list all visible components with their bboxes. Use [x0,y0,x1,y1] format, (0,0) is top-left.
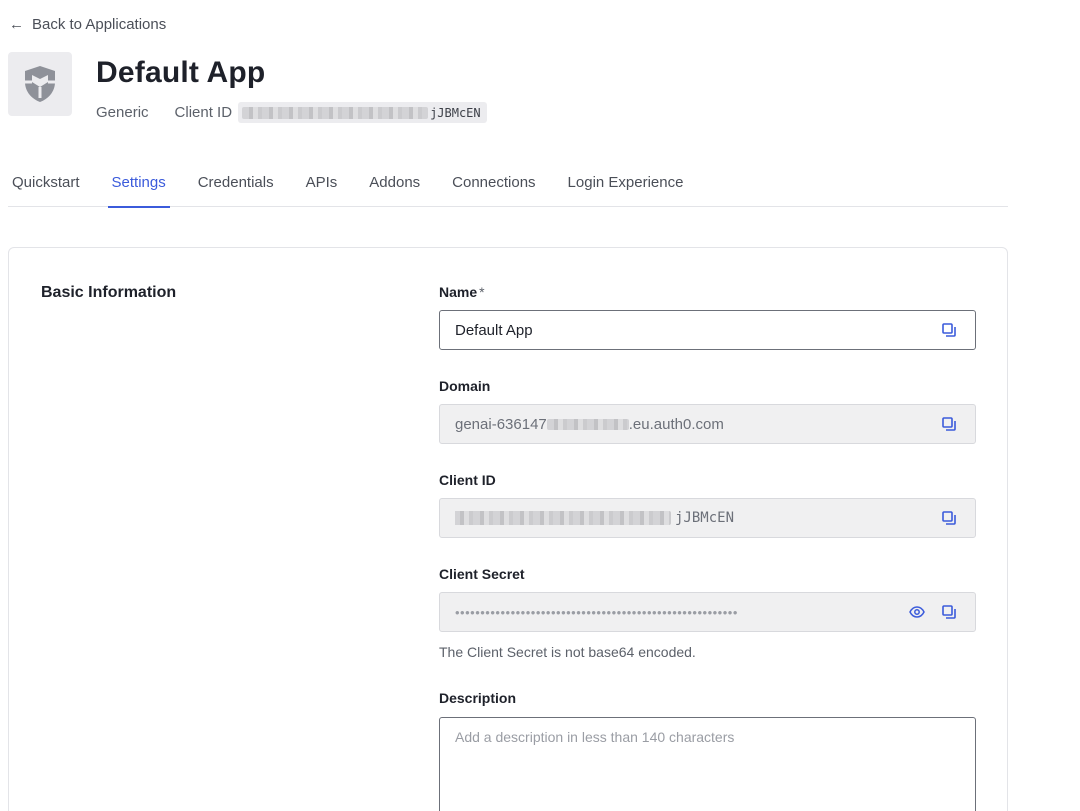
domain-prefix: genai-636147 [455,415,547,433]
shield-icon [25,66,55,102]
description-label: Description [439,690,517,706]
app-logo [8,52,72,116]
tab-addons[interactable]: Addons [369,160,420,207]
client-secret-masked-value: ••••••••••••••••••••••••••••••••••••••••… [455,604,738,620]
description-textarea[interactable]: Add a description in less than 140 chara… [439,717,976,811]
redacted-text [242,106,429,119]
back-link-label: Back to Applications [32,16,167,33]
domain-field[interactable]: genai-636147 .eu.auth0.com [439,404,976,444]
copy-icon[interactable] [938,601,960,623]
domain-label: Domain [439,378,491,394]
client-id-chip: jJBMcEN [238,102,487,123]
section-title: Basic Information [41,284,177,301]
name-label: Name * [439,284,485,300]
name-label-text: Name [439,284,478,300]
tab-login-experience[interactable]: Login Experience [568,160,684,207]
back-to-applications-link[interactable]: ← Back to Applications [9,16,166,33]
client-id-field[interactable]: jJBMcEN [439,498,976,538]
redacted-text [455,511,671,525]
tab-quickstart[interactable]: Quickstart [12,160,80,207]
tab-settings[interactable]: Settings [107,160,170,208]
redacted-text [546,418,629,430]
app-header: Default App Generic Client ID jJBMcEN [8,52,487,123]
tab-connections[interactable]: Connections [452,160,535,207]
app-type: Generic [96,104,149,121]
app-title: Default App [96,56,266,89]
tab-credentials[interactable]: Credentials [198,160,274,207]
name-input[interactable]: Default App [439,310,976,350]
client-secret-field[interactable]: ••••••••••••••••••••••••••••••••••••••••… [439,592,976,632]
copy-icon[interactable] [938,507,960,529]
domain-suffix: .eu.auth0.com [628,415,724,433]
client-id-value-suffix: jJBMcEN [675,510,735,526]
eye-icon[interactable] [906,601,928,623]
copy-icon[interactable] [938,319,960,341]
client-id-suffix: jJBMcEN [430,105,481,120]
copy-icon[interactable] [938,413,960,435]
tab-bar: Quickstart Settings Credentials APIs Add… [8,160,1008,208]
client-secret-label: Client Secret [439,566,525,582]
tab-apis[interactable]: APIs [306,160,338,207]
domain-value: genai-636147 .eu.auth0.com [455,416,928,433]
name-value[interactable]: Default App [455,322,928,339]
arrow-left-icon: ← [9,16,24,33]
required-mark: * [479,284,485,300]
client-id-value: jJBMcEN [455,510,928,526]
client-secret-helper-text: The Client Secret is not base64 encoded. [439,644,696,660]
basic-information-card: Basic Information Name * Default App Doma… [8,247,1008,811]
client-id-label: Client ID [174,104,233,121]
client-id-field-label: Client ID [439,472,496,488]
